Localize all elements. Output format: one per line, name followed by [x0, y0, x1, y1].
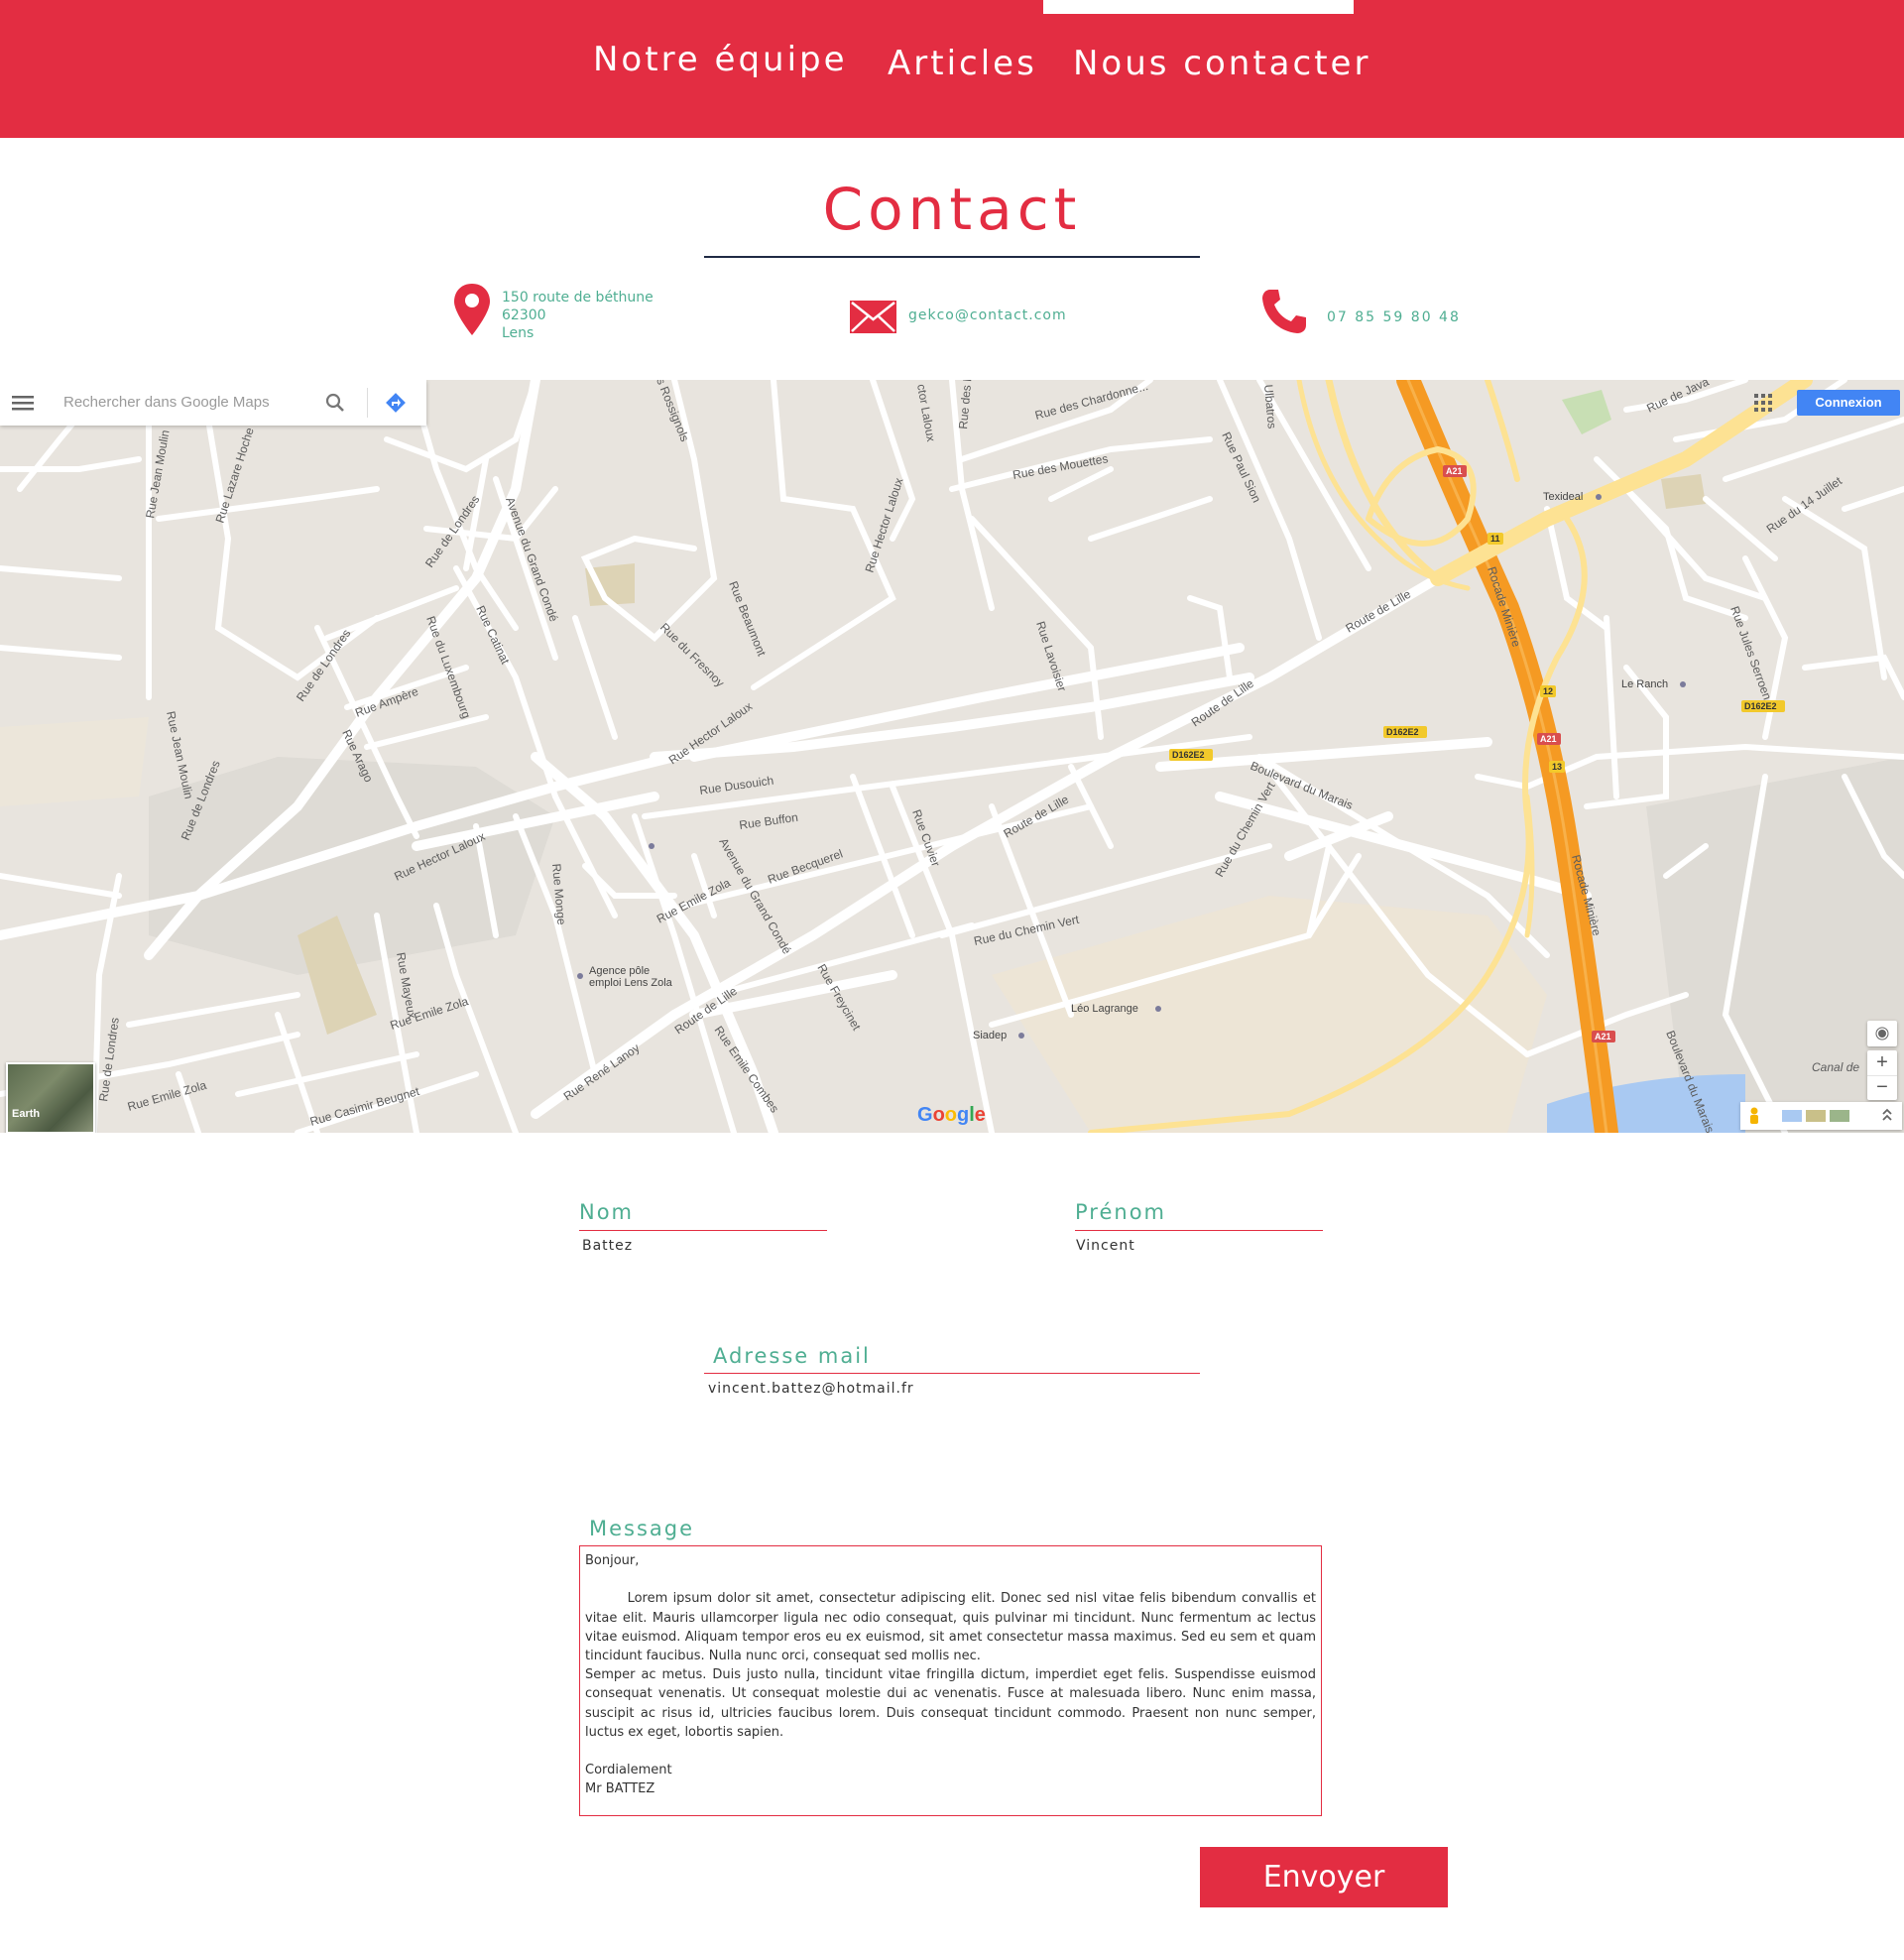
poi-label-le-ranch: Le Ranch	[1621, 678, 1668, 690]
top-navigation-bar: Notre équipe Articles Nous contacter	[0, 0, 1904, 138]
map-layers-bar	[1740, 1102, 1902, 1130]
route-shield-d162e2-2: D162E2	[1172, 750, 1205, 760]
route-shield-12: 12	[1543, 686, 1553, 696]
poi-marker	[1018, 1033, 1024, 1039]
nom-input[interactable]	[582, 1238, 820, 1254]
map-login-button[interactable]: Connexion	[1797, 390, 1900, 416]
map-search-box	[0, 380, 426, 426]
my-location-icon	[1875, 1027, 1889, 1041]
earth-view-toggle[interactable]	[6, 1062, 95, 1133]
nav-item-articles[interactable]: Articles	[888, 44, 1037, 83]
poi-label-agence-pole-emploi: Agence pôle	[589, 965, 650, 977]
route-shield-13: 13	[1552, 762, 1562, 772]
google-logo-letter: o	[932, 1104, 945, 1126]
poi-marker	[1680, 681, 1686, 687]
message-box	[579, 1545, 1322, 1816]
nom-label: Nom	[579, 1200, 635, 1224]
poi-label-siadep: Siadep	[973, 1030, 1007, 1041]
google-logo: Google	[917, 1104, 986, 1127]
layer-thumb-satellite[interactable]	[1830, 1110, 1849, 1122]
email-input[interactable]	[708, 1381, 1184, 1397]
route-shield-a21: A21	[1446, 466, 1463, 476]
zoom-controls: + −	[1867, 1050, 1897, 1100]
layer-thumb-terrain[interactable]	[1806, 1110, 1826, 1122]
route-shield-d162e2: D162E2	[1386, 727, 1419, 737]
poi-label-texideal: Texideal	[1543, 491, 1583, 503]
poi-marker	[1155, 1006, 1161, 1012]
chevron-up-icon[interactable]	[1881, 1106, 1893, 1128]
my-location-button[interactable]	[1867, 1021, 1897, 1046]
google-apps-icon[interactable]	[1753, 393, 1773, 417]
active-tab-indicator	[1043, 0, 1354, 14]
nav-item-nous-contacter[interactable]: Nous contacter	[1073, 44, 1370, 83]
phone-icon	[1261, 289, 1307, 338]
poi-label-agence-pole-emploi-2: emploi Lens Zola	[589, 977, 673, 989]
search-icon[interactable]	[325, 393, 345, 417]
message-textarea[interactable]	[585, 1551, 1316, 1810]
poi-label-leo-lagrange: Léo Lagrange	[1071, 1003, 1138, 1015]
address-line-street: 150 route de béthune	[502, 290, 654, 306]
page-title: Contact	[822, 176, 1082, 243]
envelope-icon	[850, 301, 896, 337]
poi-marker	[649, 843, 654, 849]
directions-icon[interactable]	[385, 392, 407, 418]
contact-address: 150 route de béthune 62300 Lens	[502, 289, 654, 342]
google-map[interactable]: A21 11 12 A21 13 A21 D162E2 D162E2 D162E…	[0, 380, 1904, 1133]
location-pin-icon	[454, 284, 490, 339]
nav-item-notre-equipe[interactable]: Notre équipe	[593, 40, 848, 79]
prenom-underline	[1075, 1230, 1323, 1231]
contact-phone: 07 85 59 80 48	[1327, 309, 1461, 325]
send-button[interactable]: Envoyer	[1200, 1847, 1448, 1907]
poi-marker	[577, 973, 583, 979]
email-label: Adresse mail	[713, 1344, 871, 1368]
title-underline	[704, 256, 1200, 258]
zoom-out-button[interactable]: −	[1867, 1076, 1897, 1100]
pegman-icon[interactable]	[1748, 1107, 1760, 1129]
layer-thumb-map[interactable]	[1782, 1110, 1802, 1122]
earth-view-label: Earth	[12, 1108, 41, 1120]
message-label: Message	[589, 1517, 695, 1540]
route-shield-a21-3: A21	[1595, 1032, 1611, 1041]
route-shield-d162e2-3: D162E2	[1744, 701, 1777, 711]
map-canvas[interactable]: A21 11 12 A21 13 A21 D162E2 D162E2 D162E…	[0, 380, 1904, 1133]
water-label: Canal de	[1812, 1060, 1859, 1074]
route-shield-11: 11	[1490, 534, 1500, 544]
zoom-in-button[interactable]: +	[1867, 1050, 1897, 1076]
nom-underline	[579, 1230, 827, 1231]
poi-marker	[1596, 494, 1602, 500]
map-search-input[interactable]	[61, 393, 303, 412]
address-line-postcode: 62300	[502, 307, 546, 323]
google-logo-letter: g	[957, 1104, 970, 1126]
google-logo-letter: e	[974, 1104, 986, 1126]
prenom-input[interactable]	[1076, 1238, 1314, 1254]
address-line-city: Lens	[502, 325, 535, 341]
search-divider	[367, 388, 368, 418]
google-logo-letter: o	[944, 1104, 957, 1126]
route-shield-a21-2: A21	[1540, 734, 1557, 744]
prenom-label: Prénom	[1075, 1200, 1167, 1224]
menu-icon[interactable]	[12, 395, 34, 415]
google-logo-letter: G	[917, 1104, 933, 1126]
email-underline	[704, 1373, 1200, 1374]
contact-email-link[interactable]: gekco@contact.com	[908, 306, 1067, 324]
